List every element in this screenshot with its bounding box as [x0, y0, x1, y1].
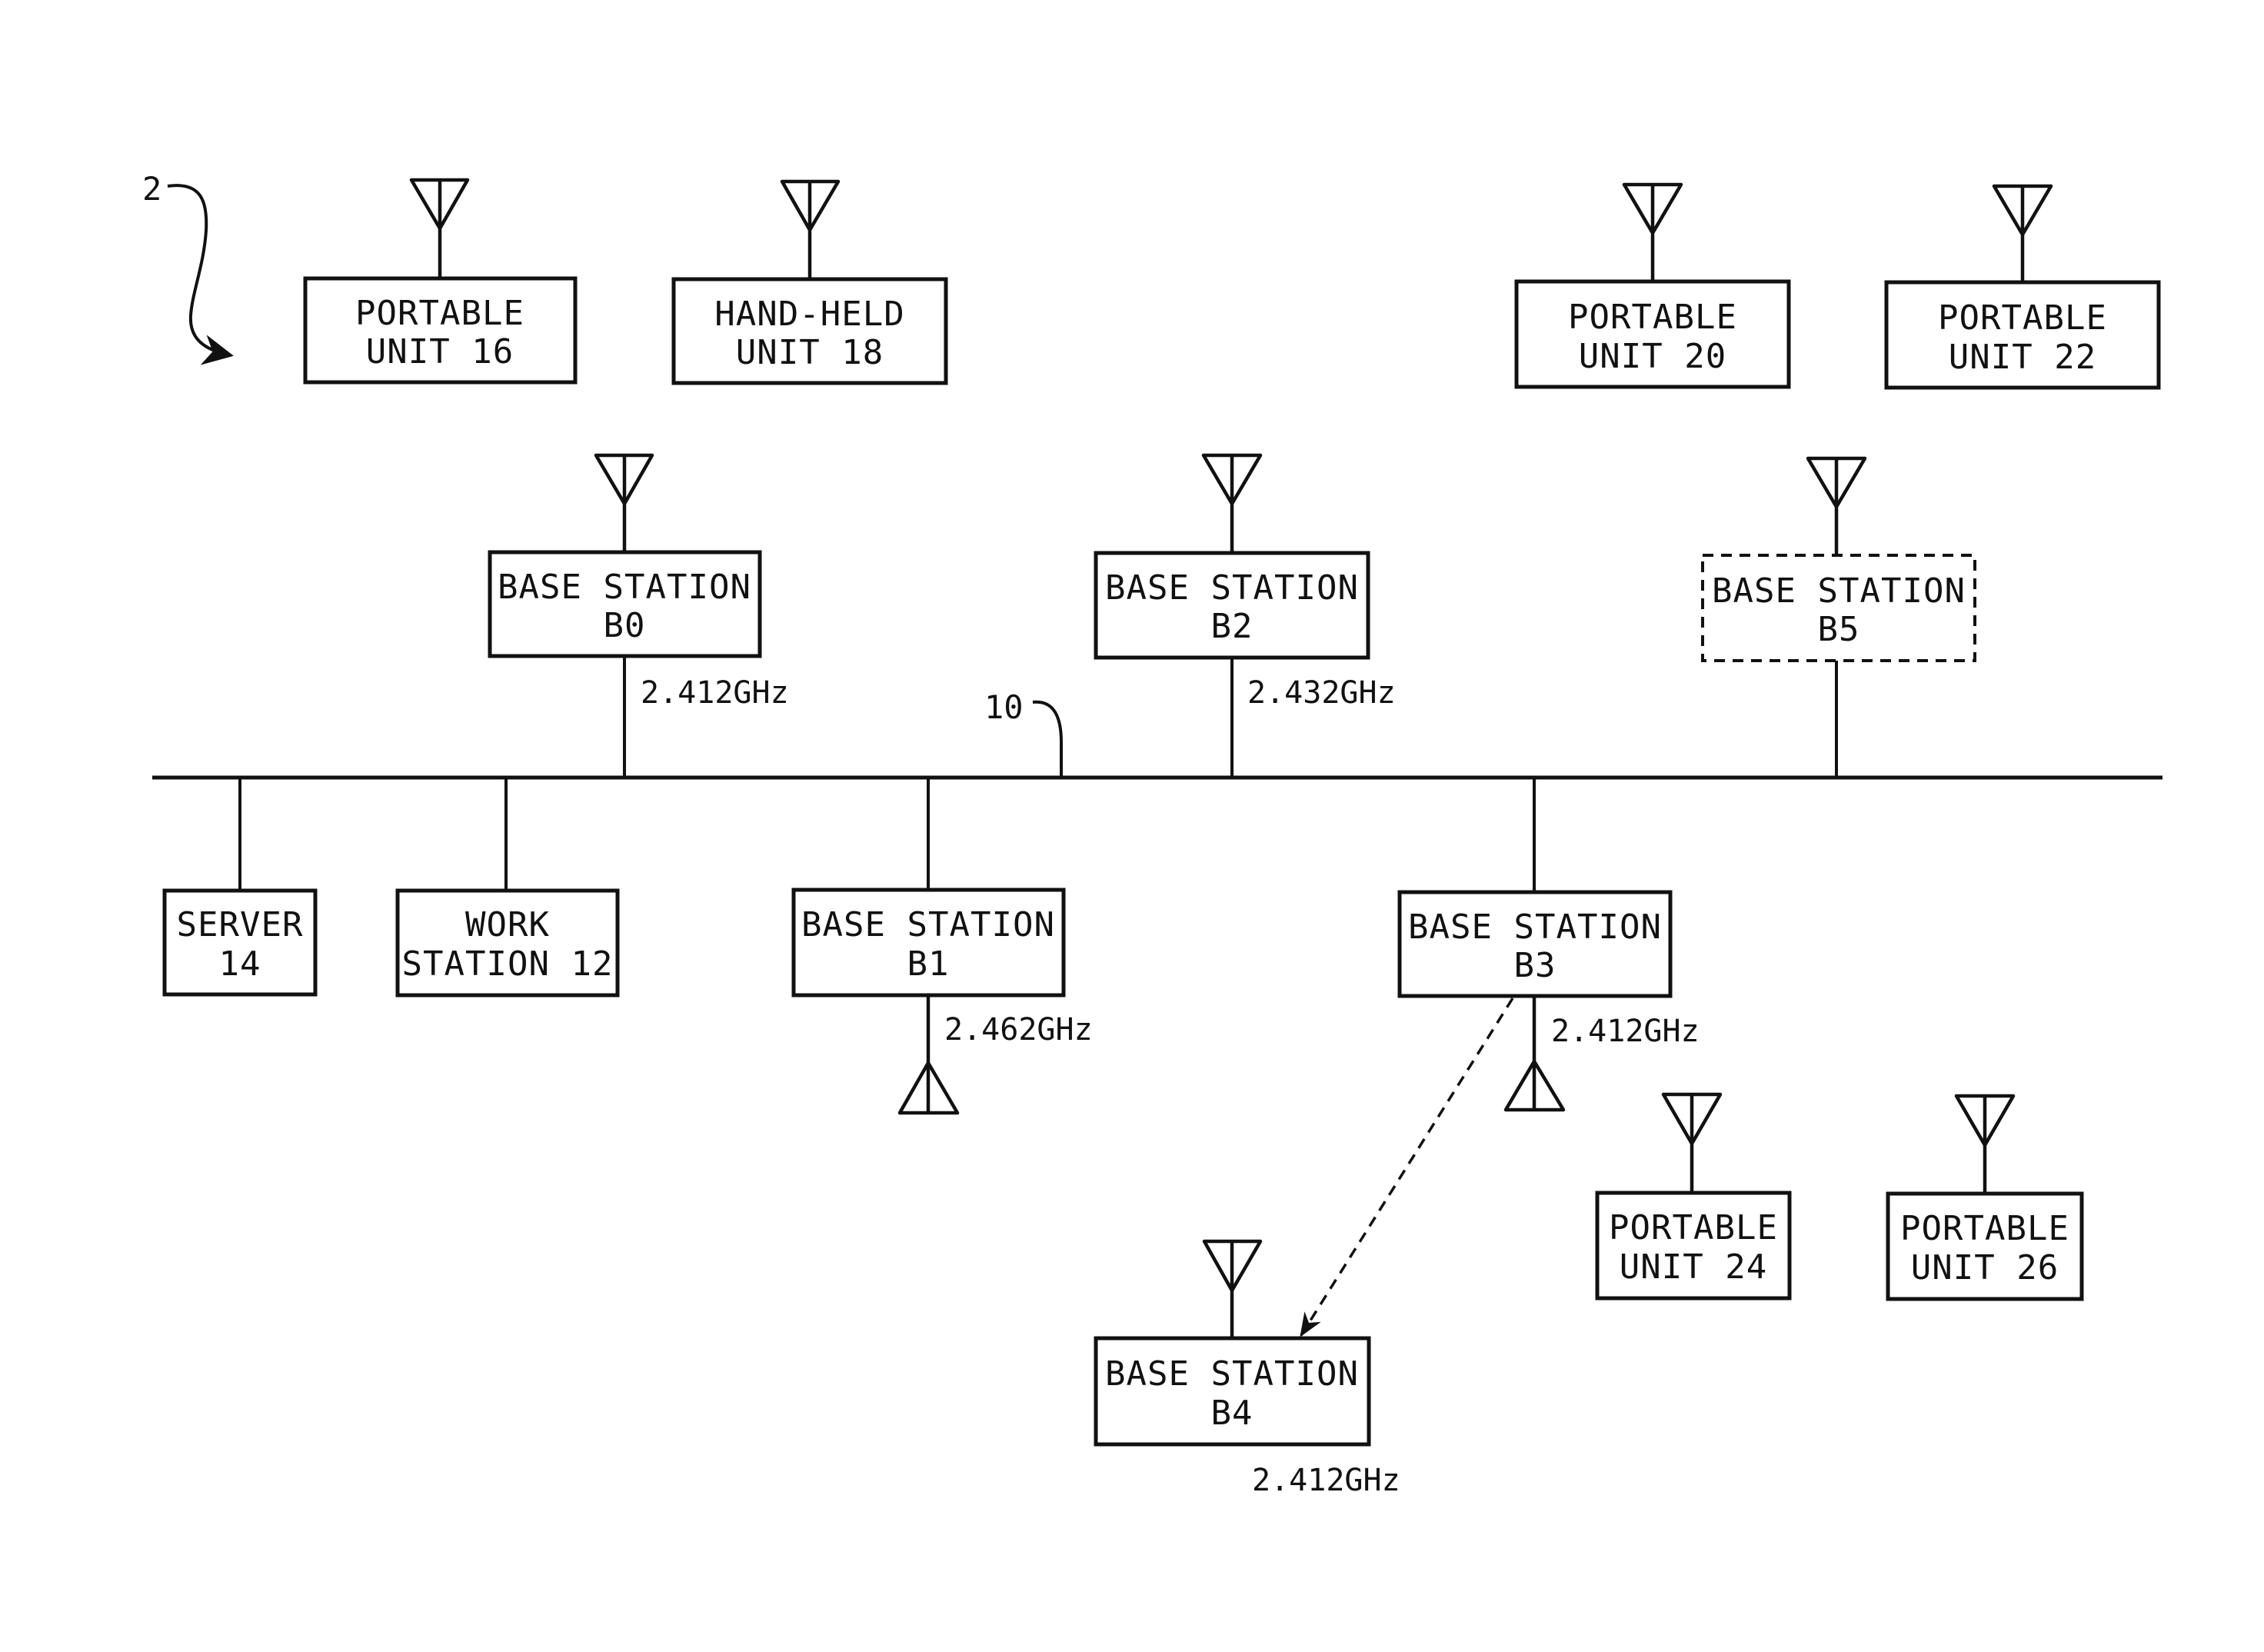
frequency-label: 2.412GHz — [641, 675, 789, 711]
handheld-unit-18[interactable]: HAND-HELD UNIT 18 — [671, 179, 948, 385]
portable-unit-24[interactable]: PORTABLE UNIT 24 — [1595, 1092, 1792, 1301]
node-label-line1: BASE STATION — [1105, 1354, 1359, 1394]
antenna-icon — [780, 179, 841, 279]
node-label-line2: UNIT 24 — [1620, 1247, 1767, 1287]
node-label-line2: B2 — [1211, 607, 1254, 646]
portable-unit-20[interactable]: PORTABLE UNIT 20 — [1514, 182, 1791, 389]
base-station-b1[interactable]: BASE STATION B1 2.462GHz — [791, 778, 1093, 1115]
antenna-icon — [1202, 1239, 1263, 1338]
node-label-line2: STATION 12 — [402, 944, 614, 984]
node-label-line1: PORTABLE — [355, 294, 524, 333]
node-label-line1: BASE STATION — [1408, 908, 1662, 947]
antenna-icon — [1806, 456, 1867, 555]
node-label-line1: HAND-HELD — [714, 295, 904, 334]
node-label-line1: PORTABLE — [1938, 298, 2107, 338]
frequency-label: 2.412GHz — [1551, 1014, 1700, 1049]
figure-reference-label: 2 — [142, 170, 161, 208]
node-label-line1: PORTABLE — [1609, 1208, 1778, 1247]
b3-to-b4-dashed-link — [1300, 998, 1514, 1337]
node-label-line2: B0 — [604, 606, 646, 645]
node-label-line1: WORK — [465, 905, 550, 944]
network-reference-label: 10 — [984, 688, 1024, 726]
node-label-line1: PORTABLE — [1568, 298, 1737, 337]
node-label-line2: UNIT 26 — [1911, 1248, 2059, 1287]
node-label-line2: B3 — [1514, 946, 1556, 985]
node-label-line1: BASE STATION — [801, 905, 1055, 944]
reference-arrow — [167, 184, 234, 365]
node-label-line2: UNIT 18 — [736, 333, 884, 372]
node-label-line1: BASE STATION — [1105, 568, 1359, 608]
portable-unit-26[interactable]: PORTABLE UNIT 26 — [1886, 1094, 2084, 1301]
antenna-icon — [594, 453, 654, 552]
antenna-icon — [1992, 184, 2053, 282]
node-label-line2: UNIT 16 — [366, 332, 514, 371]
base-station-b4[interactable]: BASE STATION B4 2.412GHz — [1094, 1239, 1400, 1498]
patent-figure-canvas: 2 10 PORTABLE UNIT 16 HAND-HELD UNIT 18 … — [0, 0, 2264, 1652]
frequency-label: 2.462GHz — [944, 1012, 1093, 1047]
node-label-line1: BASE STATION — [1712, 571, 1966, 611]
network-diagram: 2 10 PORTABLE UNIT 16 HAND-HELD UNIT 18 … — [142, 170, 2162, 1498]
lan-backbone: 10 — [152, 688, 2162, 780]
workstation-12[interactable]: WORK STATION 12 — [395, 778, 620, 998]
figure-reference-2: 2 — [142, 170, 234, 365]
node-label-line1: SERVER — [177, 905, 304, 944]
base-station-b2[interactable]: BASE STATION B2 2.432GHz — [1094, 453, 1396, 778]
node-label-line2: 14 — [219, 944, 261, 984]
node-label-line1: BASE STATION — [498, 568, 751, 607]
server-14[interactable]: SERVER 14 — [162, 778, 318, 997]
node-label-line2: UNIT 20 — [1579, 337, 1726, 376]
antenna-icon — [1201, 453, 1263, 553]
node-label-line2: B4 — [1211, 1394, 1254, 1433]
frequency-label: 2.432GHz — [1247, 675, 1396, 711]
base-station-b5[interactable]: BASE STATION B5 — [1701, 456, 1976, 778]
antenna-icon — [1661, 1092, 1723, 1193]
base-station-b3[interactable]: BASE STATION B3 2.412GHz — [1397, 778, 1700, 1112]
network-reference-leader — [1032, 700, 1063, 778]
antenna-icon — [409, 178, 470, 278]
node-label-line2: UNIT 22 — [1949, 338, 2096, 377]
portable-unit-16[interactable]: PORTABLE UNIT 16 — [303, 178, 578, 385]
portable-unit-22[interactable]: PORTABLE UNIT 22 — [1884, 184, 2161, 390]
node-label-line2: B1 — [907, 944, 950, 984]
antenna-icon — [1954, 1094, 2016, 1194]
node-label-line1: PORTABLE — [1900, 1209, 2069, 1248]
node-label-line2: B5 — [1818, 610, 1860, 649]
base-station-b0[interactable]: BASE STATION B0 2.412GHz — [488, 453, 789, 778]
antenna-icon — [1622, 182, 1683, 281]
frequency-label: 2.412GHz — [1252, 1463, 1400, 1498]
